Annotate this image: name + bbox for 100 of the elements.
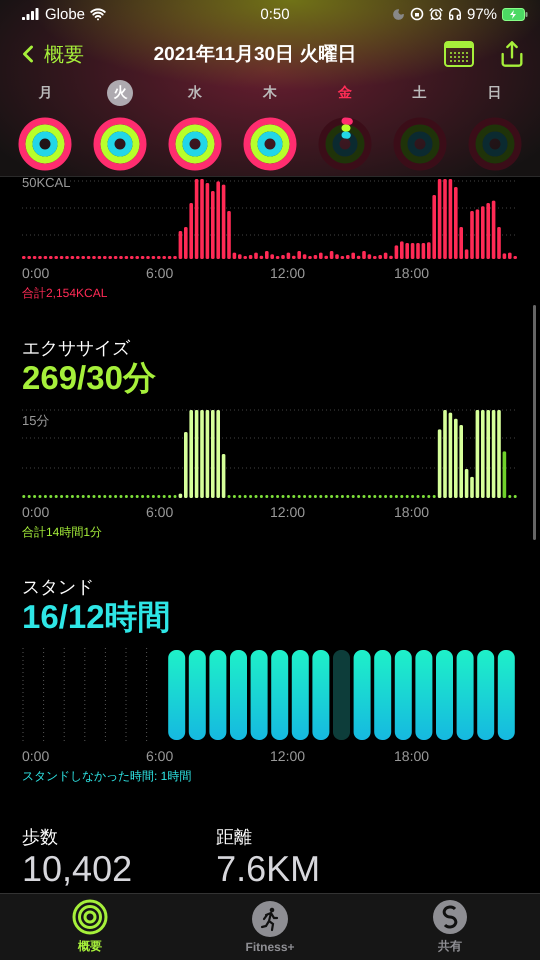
calorie-bar (119, 256, 123, 259)
axis-label: 18:00 (394, 265, 430, 281)
back-button[interactable]: 概要 (14, 40, 84, 68)
baseline-dot (336, 495, 338, 498)
baseline-dot (87, 495, 90, 498)
day-label[interactable]: 土 (406, 80, 433, 106)
calorie-bar (410, 243, 414, 259)
calorie-bar (173, 256, 177, 259)
calorie-bar (362, 251, 366, 259)
baseline-dot (249, 495, 252, 498)
exercise-bar (464, 469, 468, 498)
calorie-bar (227, 211, 231, 259)
calorie-total: 合計2,154KCAL (22, 285, 108, 302)
alarm-icon (428, 7, 443, 21)
baseline-dot (168, 495, 172, 498)
baseline-dot (70, 495, 74, 498)
baseline-dot (422, 495, 425, 498)
baseline-dot (346, 495, 350, 498)
calorie-bar (356, 256, 360, 259)
baseline-dot (98, 495, 101, 498)
baseline-dot (276, 495, 280, 498)
baseline-dot (120, 495, 122, 498)
baseline-dot (260, 495, 263, 498)
clock-time: 0:50 (260, 6, 290, 22)
day-label[interactable]: 金 (332, 80, 358, 106)
calorie-bar (497, 227, 501, 259)
calorie-bar (248, 255, 252, 259)
day-label[interactable]: 月 (32, 80, 58, 106)
stand-total: スタンドしなかった時間: 1時間 (22, 768, 192, 785)
headphones-icon (448, 7, 462, 21)
calorie-bar (492, 200, 496, 259)
calorie-bar (152, 256, 156, 259)
calorie-bar (464, 249, 468, 259)
calorie-bar (302, 254, 306, 259)
calorie-bar (276, 256, 280, 259)
baseline-dot (130, 495, 134, 498)
baseline-dot (308, 495, 312, 498)
stat-label: 歩数 (22, 826, 59, 849)
day-label[interactable]: 木 (256, 80, 283, 106)
calorie-bar (232, 252, 236, 259)
calorie-bar (389, 256, 393, 259)
battery-percent: 97% (466, 6, 498, 22)
calorie-bar (330, 251, 334, 259)
calorie-bar (281, 255, 285, 259)
baseline-dot (508, 495, 512, 498)
stand-value: 16/12時間 (22, 599, 172, 636)
day-label[interactable]: 水 (182, 80, 208, 106)
baseline-dot (378, 495, 382, 498)
sharing-icon (432, 899, 468, 935)
tab-bar-item[interactable]: Fitness+ (180, 894, 360, 960)
signal-icon (22, 8, 40, 20)
calorie-bar (178, 231, 182, 259)
moon-icon (392, 8, 405, 20)
baseline-dot (265, 495, 268, 498)
calorie-bar (422, 243, 426, 259)
calorie-bar (502, 253, 506, 259)
baseline-dot (324, 495, 328, 498)
calorie-bar (86, 256, 90, 259)
baseline-dot (49, 495, 52, 498)
axis-label: 6:00 (146, 265, 174, 281)
calorie-bar (394, 245, 398, 259)
baseline-dot (157, 495, 160, 498)
stat-value: 10,402 (22, 848, 132, 888)
exercise-bar (470, 477, 474, 498)
calorie-bar (384, 252, 388, 259)
baseline-dot (228, 495, 230, 498)
rotation-lock-icon (410, 7, 424, 21)
axis-label: 0:00 (22, 504, 50, 520)
baseline-dot (152, 495, 155, 498)
axis-label: 18:00 (394, 748, 430, 764)
baseline-dot (44, 495, 47, 498)
exercise-bar (178, 494, 182, 498)
tab-bar-item[interactable]: 概要 (0, 894, 180, 960)
stat-value: 7.6KM (216, 848, 320, 888)
baseline-dot (384, 495, 388, 498)
baseline-dot (54, 495, 58, 498)
baseline-dot (394, 495, 398, 498)
baseline-dot (314, 495, 317, 498)
calendar-icon[interactable] (444, 41, 474, 67)
axis-label: 6:00 (146, 748, 174, 764)
baseline-dot (76, 495, 80, 498)
baseline-dot (319, 495, 322, 498)
battery-charging-icon (502, 8, 528, 20)
baseline-dot (362, 495, 366, 498)
axis-label: 18:00 (394, 504, 430, 520)
wifi-icon (90, 6, 106, 22)
baseline-dot (292, 495, 296, 498)
exercise-total: 合計14時間1分 (22, 524, 104, 542)
calorie-bar (146, 256, 150, 259)
baseline-dot (146, 495, 150, 498)
calorie-bar (124, 256, 128, 259)
baseline-dot (244, 495, 247, 498)
day-label[interactable]: 日 (482, 80, 508, 106)
calorie-bar (32, 256, 36, 259)
baseline-dot (427, 495, 430, 498)
baseline-dot (340, 495, 344, 498)
tab-bar-item[interactable]: 共有 (360, 894, 540, 960)
baseline-dot (390, 495, 392, 498)
baseline-dot (174, 495, 176, 498)
baseline-dot (162, 495, 166, 498)
